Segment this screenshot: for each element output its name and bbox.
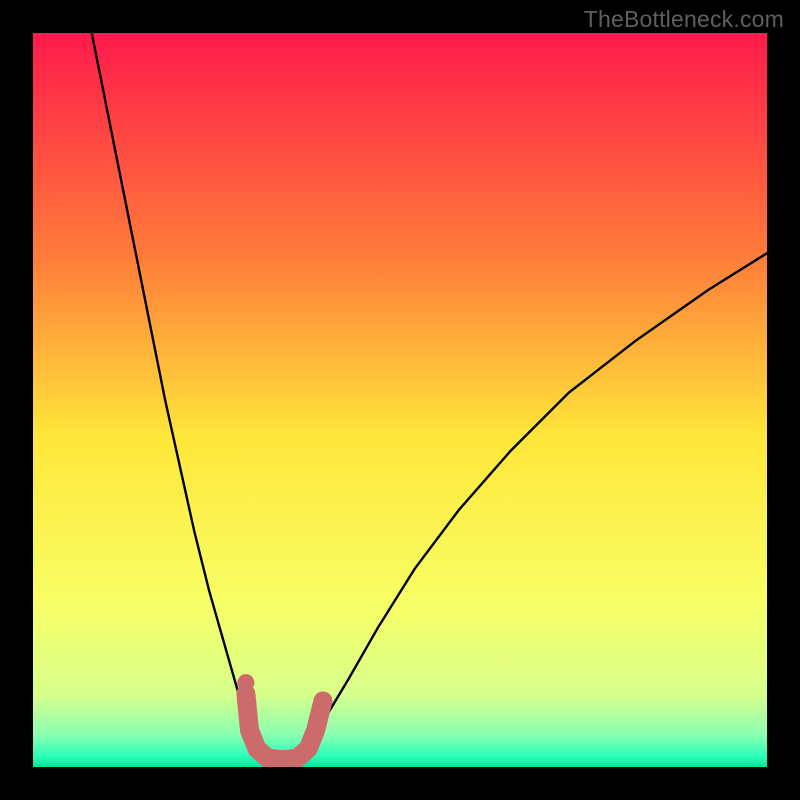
watermark-text: TheBottleneck.com	[584, 6, 784, 33]
marker-dot	[237, 674, 254, 691]
curves-layer	[33, 33, 767, 767]
bottleneck-curve-left	[92, 33, 276, 767]
plot-area	[33, 33, 767, 767]
marker-band	[246, 694, 323, 760]
chart-frame: TheBottleneck.com	[0, 0, 800, 800]
bottleneck-curve-right	[297, 253, 767, 767]
